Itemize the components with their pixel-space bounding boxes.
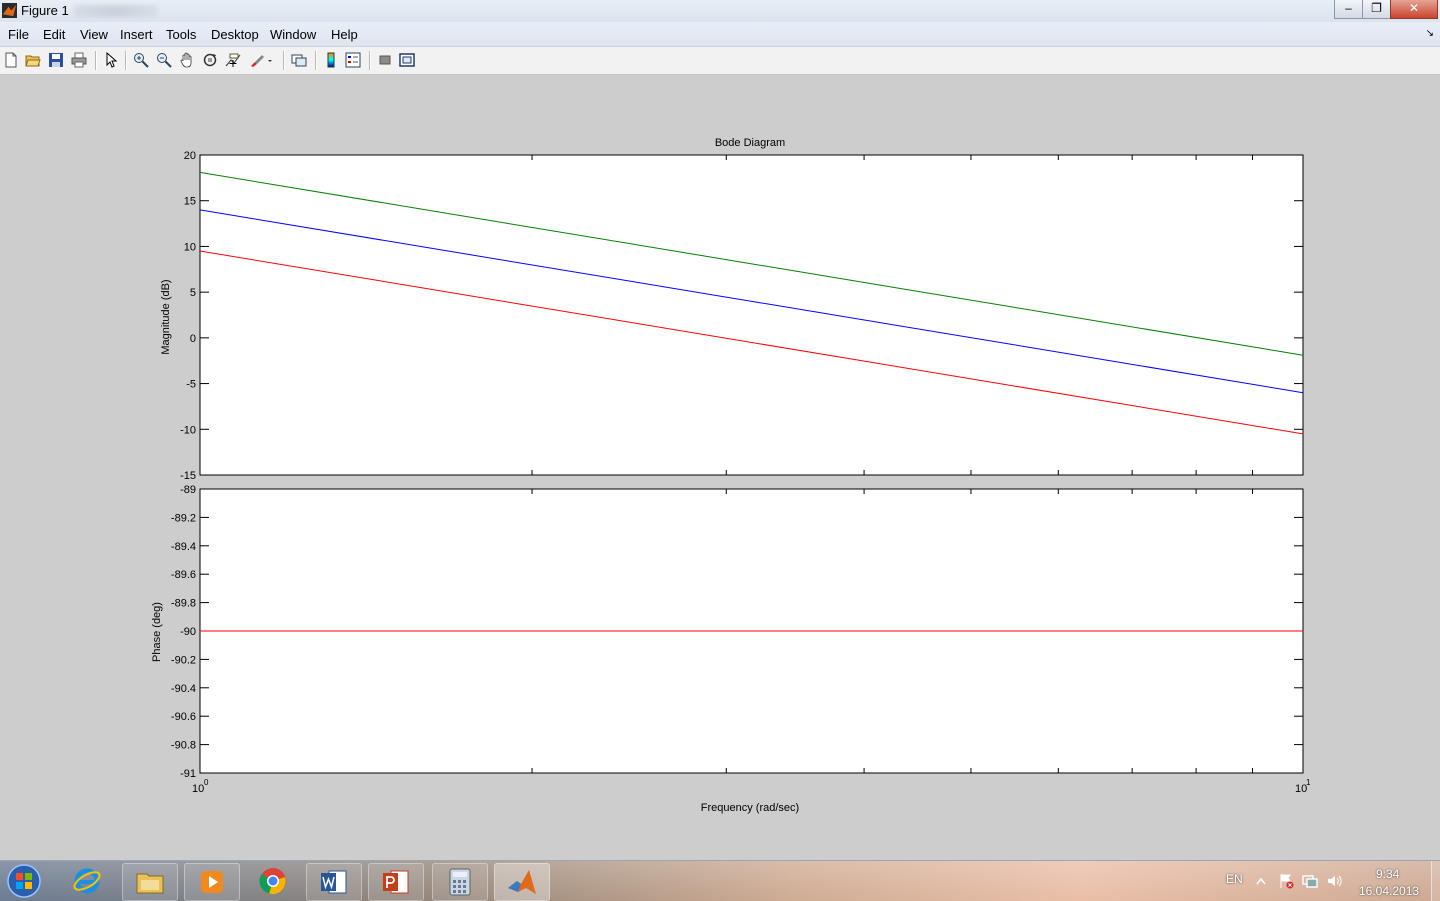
start-button-icon[interactable] [4,862,44,900]
x-tick-label-base: 10 [192,783,204,795]
file-explorer-icon[interactable] [122,863,178,901]
zoom-in-icon[interactable] [132,51,150,69]
clock-time[interactable]: 9:34 [1376,867,1399,881]
y-tick-label: 15 [184,196,196,208]
magnitude-axes[interactable]: 20 15 10 5 0 -5 -10 -15 [180,150,1304,482]
x-tick-label-max: 10 1 [1295,778,1311,795]
toolbar-separator [315,51,317,70]
show-hidden-icons-icon[interactable] [1256,877,1266,885]
volume-icon[interactable] [1326,873,1342,889]
toolbar-separator [369,51,371,70]
window-titlebar: Figure 1 ‒ ❐ ✕ [0,0,1440,22]
x-axis-label: Frequency (rad/sec) [701,802,799,814]
minimize-button[interactable]: ‒ [1334,0,1363,19]
y-tick-label: 10 [184,241,196,253]
y-tick-label: -89.2 [171,512,196,524]
y-tick-label: -89.6 [171,569,196,581]
menu-edit[interactable]: Edit [43,27,65,42]
menu-bar: File Edit View Insert Tools Desktop Wind… [0,22,1440,47]
edit-plot-arrow-icon[interactable] [102,51,120,69]
print-icon[interactable] [70,51,88,69]
media-player-icon[interactable] [184,863,240,901]
y-tick-label: 0 [190,333,196,345]
menu-file[interactable]: File [8,27,29,42]
colorbar-icon[interactable] [322,51,340,69]
magnitude-axes-box [199,154,1304,476]
menu-insert[interactable]: Insert [120,27,153,42]
link-plot-icon[interactable] [290,51,308,69]
internet-explorer-icon[interactable] [60,863,114,899]
magnitude-ylabel: Magnitude (dB) [160,279,172,354]
y-tick-label: -89 [180,484,196,496]
show-desktop-button[interactable] [1431,861,1440,901]
y-tick-label: 5 [190,287,196,299]
y-tick-label: -90.8 [171,740,196,752]
x-tick-label-exp: 0 [204,778,209,787]
y-tick-label: -15 [180,470,196,482]
menu-view[interactable]: View [80,27,108,42]
calculator-icon[interactable] [432,863,488,901]
toolbar-separator [125,51,127,70]
menu-help[interactable]: Help [331,27,358,42]
x-tick-label-min: 10 0 [192,778,209,795]
toolbar-separator [283,51,285,70]
save-icon[interactable] [47,51,65,69]
windows-taskbar: EN 9:34 16.04.2013 [0,860,1440,901]
menu-desktop[interactable]: Desktop [211,27,259,42]
brush-icon[interactable] [248,51,274,69]
matlab-icon[interactable] [494,863,550,901]
y-tick-label: -91 [180,768,196,780]
y-tick-label: -89.4 [171,541,196,553]
phase-ylabel: Phase (deg) [151,602,163,662]
data-cursor-icon[interactable] [224,51,242,69]
bode-chart: Bode Diagram 20151050-5-10-15 -89-89.2-8… [151,137,1311,814]
open-file-icon[interactable] [24,51,42,69]
phase-axes[interactable]: -89 -89.2 -89.4 -89.6 -89.8 -90 -90.2 -90.4 -90.… [171,484,1304,780]
new-figure-icon[interactable] [2,51,20,69]
y-tick-label: -5 [186,379,196,391]
y-tick-label: -90.6 [171,711,196,723]
toolbar-separator [95,51,97,70]
y-tick-label: -90.4 [171,683,196,695]
language-indicator[interactable]: EN [1226,872,1243,886]
y-tick-label: -90.2 [171,654,196,666]
chrome-icon[interactable] [246,863,300,899]
window-title: Figure 1 [21,3,69,18]
network-icon[interactable] [1302,873,1318,889]
maximize-button[interactable]: ❐ [1362,0,1391,19]
y-tick-label: 20 [184,150,196,162]
action-center-flag-icon[interactable] [1278,873,1294,889]
figure-canvas: Bode Diagram 20 15 10 5 0 -5 -10 -15 -89 -89.2 -8… [0,75,1440,860]
figure-toolbar [0,47,1440,75]
title-blur [74,5,158,17]
zoom-out-icon[interactable] [155,51,173,69]
chart-title: Bode Diagram [715,137,785,149]
clock-date[interactable]: 16.04.2013 [1359,884,1419,898]
dock-figure-icon[interactable]: ↘ [1426,28,1434,39]
menu-tools[interactable]: Tools [166,27,196,42]
hide-plot-tools-icon[interactable] [376,51,394,69]
powerpoint-icon[interactable] [368,863,424,901]
x-tick-label-exp: 1 [1306,778,1311,787]
y-tick-label: -89.8 [171,598,196,610]
menu-window[interactable]: Window [270,27,316,42]
pan-hand-icon[interactable] [178,51,196,69]
show-plot-tools-icon[interactable] [398,51,416,69]
y-tick-label: -10 [180,424,196,436]
close-button[interactable]: ✕ [1390,0,1438,19]
word-icon[interactable] [306,863,362,901]
rotate-3d-icon[interactable] [201,51,219,69]
y-tick-label: -90 [180,626,196,638]
matlab-app-icon [2,3,17,18]
legend-icon[interactable] [344,51,362,69]
